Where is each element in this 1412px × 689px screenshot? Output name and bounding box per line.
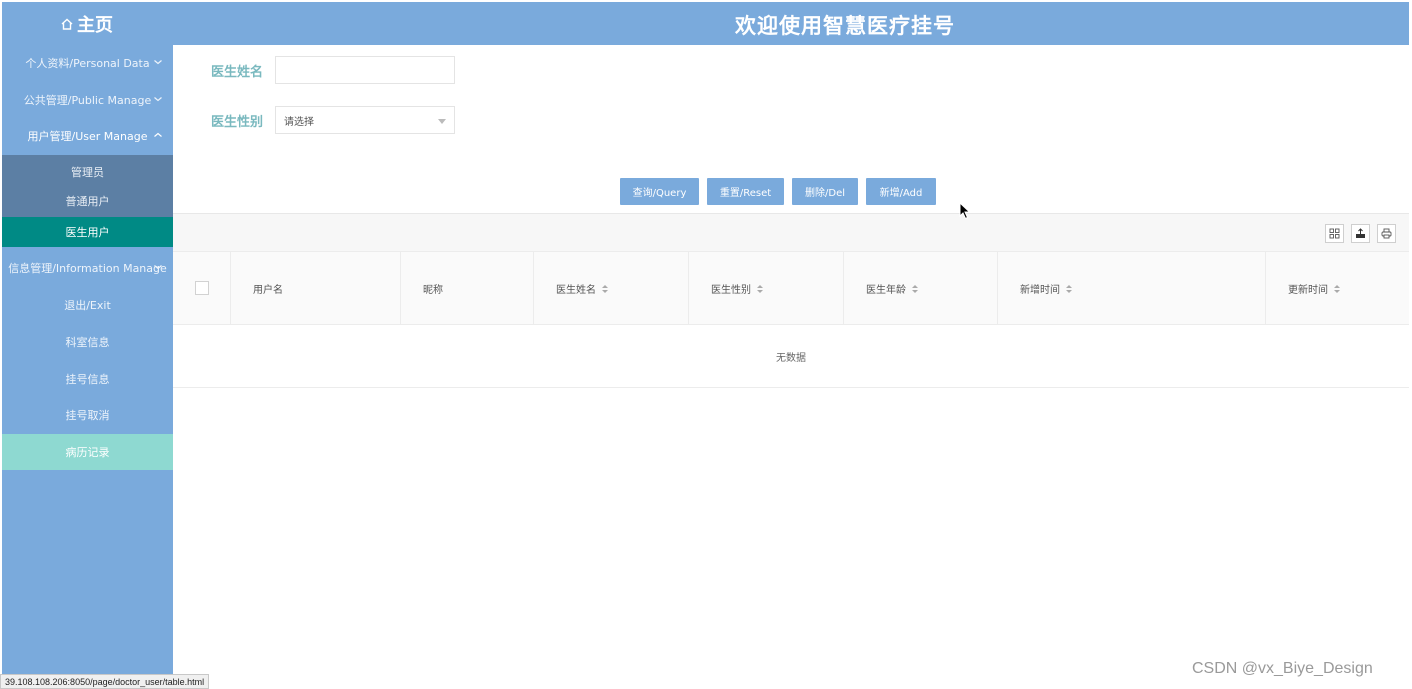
submenu-item-admin[interactable]: 管理员 (2, 157, 173, 187)
table-empty-row: 无数据 (173, 325, 1409, 388)
column-header-doctor-name[interactable]: 医生姓名 (534, 252, 689, 325)
sort-icon[interactable] (602, 284, 608, 293)
column-header-username: 用户名 (231, 252, 401, 325)
sidebar-item-user-manage[interactable]: 用户管理/User Manage (2, 118, 173, 154)
column-label: 昵称 (423, 285, 443, 296)
table-toolbar (173, 213, 1409, 251)
sidebar-item-label: 病历记录 (65, 446, 110, 459)
chevron-down-icon (154, 60, 162, 65)
column-label: 医生年龄 (866, 285, 906, 296)
sidebar-item-label: 个人资料/Personal Data (25, 57, 150, 70)
column-header-doctor-age[interactable]: 医生年龄 (844, 252, 998, 325)
sidebar-item-exit[interactable]: 退出/Exit (2, 287, 173, 323)
delete-button[interactable]: 删除/Del (792, 178, 858, 205)
column-label: 医生姓名 (556, 285, 596, 296)
column-header-nickname: 昵称 (401, 252, 534, 325)
submenu-item-normal-user[interactable]: 普通用户 (2, 186, 173, 216)
sidebar-item-label: 挂号信息 (65, 373, 110, 386)
mouse-cursor-icon (959, 202, 971, 220)
sidebar-item-department-info[interactable]: 科室信息 (2, 324, 173, 360)
top-header: 主页 欢迎使用智慧医疗挂号 (2, 2, 1409, 45)
caret-down-icon (438, 119, 446, 124)
sidebar-item-label: 公共管理/Public Manage (23, 94, 152, 107)
column-header-created-time[interactable]: 新增时间 (998, 252, 1266, 325)
doctor-name-label: 医生姓名 (211, 65, 264, 80)
sidebar-item-medical-records[interactable]: 病历记录 (2, 434, 173, 470)
column-label: 医生性别 (711, 285, 751, 296)
doctor-gender-select[interactable]: 请选择 (275, 106, 455, 134)
home-link[interactable]: 主页 (60, 11, 113, 37)
sort-icon[interactable] (757, 284, 763, 293)
sort-icon[interactable] (1066, 284, 1072, 293)
empty-text: 无数据 (776, 352, 806, 364)
home-label: 主页 (77, 15, 113, 36)
doctor-gender-selected: 请选择 (284, 116, 314, 128)
column-label: 新增时间 (1020, 285, 1060, 296)
add-button[interactable]: 新增/Add (866, 178, 936, 205)
query-button[interactable]: 查询/Query (620, 178, 699, 205)
print-icon (1381, 228, 1392, 239)
submenu-item-label: 管理员 (71, 166, 104, 179)
browser-status-bar: 39.108.108.206:8050/page/doctor_user/tab… (0, 674, 210, 689)
sort-icon[interactable] (1334, 284, 1340, 293)
status-url: 39.108.108.206:8050/page/doctor_user/tab… (5, 676, 205, 687)
column-header-doctor-gender[interactable]: 医生性别 (689, 252, 844, 325)
chevron-down-icon (154, 265, 162, 270)
doctor-gender-label: 医生性别 (211, 115, 264, 130)
sort-icon[interactable] (912, 284, 918, 293)
sidebar-item-label: 科室信息 (65, 336, 110, 349)
reset-button[interactable]: 重置/Reset (707, 178, 784, 205)
sidebar-item-information-manage[interactable]: 信息管理/Information Manage (2, 250, 173, 286)
column-header-updated-time[interactable]: 更新时间 (1266, 252, 1409, 325)
select-all-cell (173, 252, 231, 325)
submenu-item-doctor-user[interactable]: 医生用户 (2, 217, 173, 247)
sidebar-item-public-manage[interactable]: 公共管理/Public Manage (2, 82, 173, 118)
sidebar-item-registration-info[interactable]: 挂号信息 (2, 361, 173, 397)
sidebar-item-personal-data[interactable]: 个人资料/Personal Data (2, 45, 173, 81)
sidebar-item-label: 挂号取消 (65, 409, 110, 422)
table-header: 用户名 昵称 医生姓名 医生性别 医生年龄 新增时间 更新时间 (173, 251, 1409, 325)
chevron-down-icon (154, 97, 162, 102)
export-icon (1356, 228, 1365, 238)
column-label: 更新时间 (1288, 285, 1328, 296)
home-icon (61, 18, 73, 30)
grid-icon (1329, 228, 1340, 239)
chevron-up-icon (154, 132, 162, 137)
user-manage-submenu: 管理员 普通用户 (2, 155, 173, 217)
select-all-checkbox[interactable] (195, 281, 209, 295)
page-title: 欢迎使用智慧医疗挂号 (735, 14, 955, 38)
submenu-item-label: 医生用户 (65, 226, 110, 239)
export-button[interactable] (1351, 224, 1370, 243)
column-label: 用户名 (253, 285, 283, 296)
column-filter-button[interactable] (1325, 224, 1344, 243)
sidebar-item-label: 退出/Exit (64, 299, 111, 312)
sidebar-item-label: 信息管理/Information Manage (8, 262, 167, 275)
sidebar-item-label: 用户管理/User Manage (27, 130, 148, 143)
doctor-name-input[interactable] (275, 56, 455, 84)
print-button[interactable] (1377, 224, 1396, 243)
submenu-item-label: 普通用户 (65, 195, 110, 208)
watermark: CSDN @vx_Biye_Design (1192, 660, 1373, 677)
sidebar-item-registration-cancel[interactable]: 挂号取消 (2, 397, 173, 433)
sidebar: 个人资料/Personal Data 公共管理/Public Manage 用户… (2, 45, 173, 676)
